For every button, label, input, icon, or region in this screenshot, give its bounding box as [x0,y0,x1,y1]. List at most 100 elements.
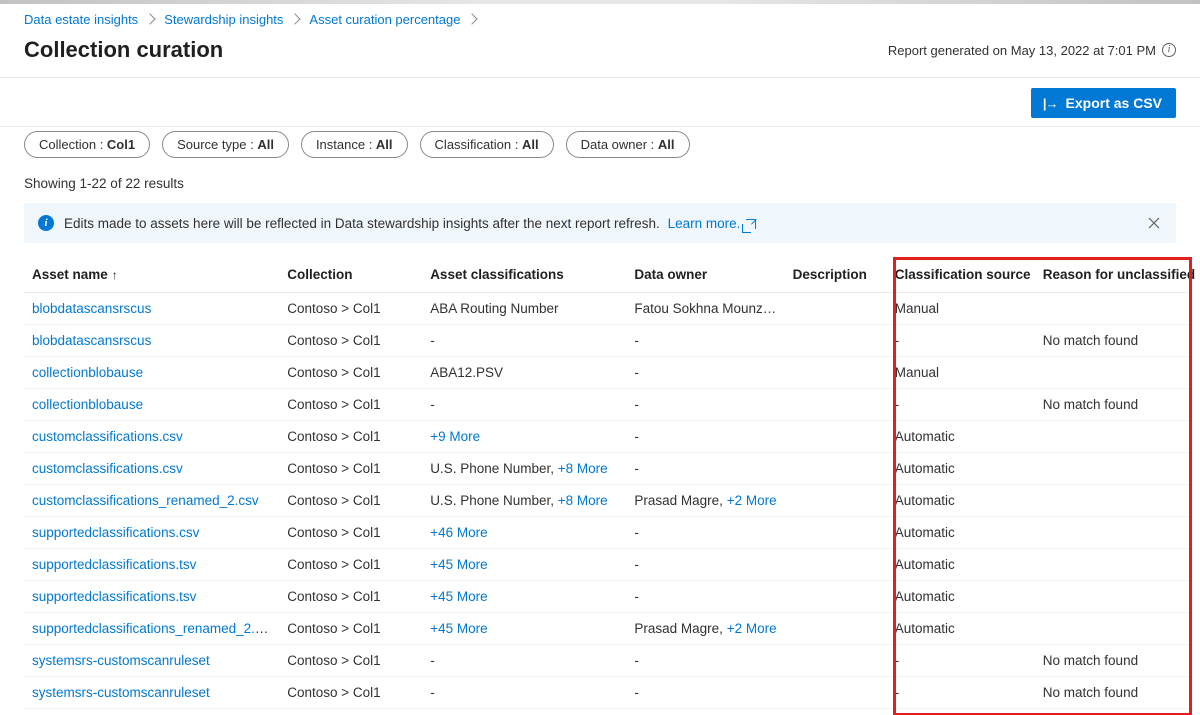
breadcrumb: Data estate insights Stewardship insight… [0,4,1200,35]
cell-data-owner: - [626,549,784,581]
more-classifications-link[interactable]: +8 More [558,493,608,508]
more-owners-link[interactable]: +2 More [727,621,777,636]
cell-collection: Contoso > Col1 [279,421,422,453]
col-classifications[interactable]: Asset classifications [422,257,626,293]
cell-description [785,389,887,421]
asset-link[interactable]: supportedclassifications.tsv [32,589,196,604]
more-classifications-link[interactable]: +9 More [430,429,480,444]
cell-classifications: +45 More [422,613,626,645]
cell-description [785,357,887,389]
learn-more-link[interactable]: Learn more. [668,216,757,231]
table-row: customclassifications_renamed_2.csvConto… [24,485,1188,517]
filter-bar: Collection : Col1 Source type : All Inst… [0,127,1200,166]
table-row: supportedclassifications.tsv Contoso > Co… [24,581,1188,613]
more-classifications-link[interactable]: +45 More [430,557,487,572]
asset-link[interactable]: systemsrs-customscanruleset [32,685,210,700]
filter-source-type[interactable]: Source type : All [162,131,289,158]
asset-link[interactable]: customclassifications_renamed_2.csv [32,493,259,508]
col-description[interactable]: Description [785,257,887,293]
export-csv-button[interactable]: |→ Export as CSV [1031,88,1176,118]
col-reason-unclassified[interactable]: Reason for unclassified [1035,257,1188,293]
cell-description [785,645,887,677]
cell-classification-source: Manual [887,293,1035,325]
more-classifications-link[interactable]: +8 More [558,461,608,476]
table-header-row: Asset name↑ Collection Asset classificat… [24,257,1188,293]
info-banner: i Edits made to assets here will be refl… [24,203,1176,243]
more-classifications-link[interactable]: +46 More [430,525,487,540]
table-container: Asset name↑ Collection Asset classificat… [0,257,1200,709]
asset-link[interactable]: blobdatascansrscus [32,301,151,316]
table-row: systemsrs-customscanrulesetContoso > Col… [24,645,1188,677]
cell-reason [1035,517,1188,549]
cell-collection: Contoso > Col1 [279,549,422,581]
filter-instance[interactable]: Instance : All [301,131,408,158]
cell-classification-source: - [887,645,1035,677]
cell-data-owner: - [626,581,784,613]
cell-description [785,453,887,485]
cell-reason: No match found [1035,325,1188,357]
asset-link[interactable]: systemsrs-customscanruleset [32,653,210,668]
asset-link[interactable]: customclassifications.csv [32,461,183,476]
more-classifications-link[interactable]: +45 More [430,589,487,604]
asset-link[interactable]: supportedclassifications.csv [32,525,199,540]
asset-link[interactable]: supportedclassifications.tsv [32,557,196,572]
cell-classifications: +45 More [422,549,626,581]
asset-link[interactable]: collectionblobause [32,365,143,380]
cell-collection: Contoso > Col1 [279,581,422,613]
breadcrumb-data-estate[interactable]: Data estate insights [24,12,138,27]
cell-classification-source: - [887,325,1035,357]
col-collection[interactable]: Collection [279,257,422,293]
cell-description [785,325,887,357]
close-banner-button[interactable] [1144,213,1164,233]
chevron-right-icon [290,13,301,24]
cell-classification-source: Automatic [887,549,1035,581]
cell-collection: Contoso > Col1 [279,453,422,485]
breadcrumb-stewardship[interactable]: Stewardship insights [164,12,283,27]
export-csv-label: Export as CSV [1066,95,1162,111]
asset-link[interactable]: supportedclassifications_renamed_2.tsv [32,621,272,636]
report-generated-text: Report generated on May 13, 2022 at 7:01… [888,43,1176,58]
info-icon[interactable]: i [1162,43,1176,57]
cell-classifications: U.S. Phone Number, +8 More [422,453,626,485]
cell-data-owner: - [626,325,784,357]
breadcrumb-asset-curation[interactable]: Asset curation percentage [309,12,460,27]
cell-asset-name: systemsrs-customscanruleset [24,645,279,677]
filter-classification[interactable]: Classification : All [420,131,554,158]
col-asset-name[interactable]: Asset name↑ [24,257,279,293]
cell-collection: Contoso > Col1 [279,293,422,325]
cell-data-owner: - [626,517,784,549]
more-owners-link[interactable]: +2 More [727,493,777,508]
chevron-right-icon [467,13,478,24]
cell-reason [1035,581,1188,613]
close-icon [1148,217,1160,229]
cell-description [785,613,887,645]
cell-collection: Contoso > Col1 [279,325,422,357]
cell-data-owner: Prasad Magre, +2 More [626,485,784,517]
cell-asset-name: customclassifications.csv [24,421,279,453]
cell-classifications: - [422,645,626,677]
cell-asset-name: collectionblobause [24,389,279,421]
cell-classification-source: Automatic [887,485,1035,517]
cell-collection: Contoso > Col1 [279,613,422,645]
col-classification-source[interactable]: Classification source [887,257,1035,293]
toolbar: |→ Export as CSV [0,78,1200,126]
col-data-owner[interactable]: Data owner [626,257,784,293]
cell-classification-source: Automatic [887,517,1035,549]
result-count: Showing 1-22 of 22 results [0,166,1200,203]
asset-link[interactable]: customclassifications.csv [32,429,183,444]
cell-reason: No match found [1035,389,1188,421]
results-table: Asset name↑ Collection Asset classificat… [24,257,1188,709]
cell-asset-name: supportedclassifications.tsv [24,549,279,581]
cell-reason [1035,549,1188,581]
filter-data-owner[interactable]: Data owner : All [566,131,690,158]
export-icon: |→ [1043,96,1058,111]
asset-link[interactable]: blobdatascansrscus [32,333,151,348]
cell-classification-source: Automatic [887,613,1035,645]
filter-collection[interactable]: Collection : Col1 [24,131,150,158]
table-row: systemsrs-customscanrulesetContoso > Col… [24,677,1188,709]
cell-description [785,581,887,613]
more-classifications-link[interactable]: +45 More [430,621,487,636]
table-row: blobdatascansrscusContoso > Col1---No ma… [24,325,1188,357]
asset-link[interactable]: collectionblobause [32,397,143,412]
cell-asset-name: blobdatascansrscus [24,325,279,357]
